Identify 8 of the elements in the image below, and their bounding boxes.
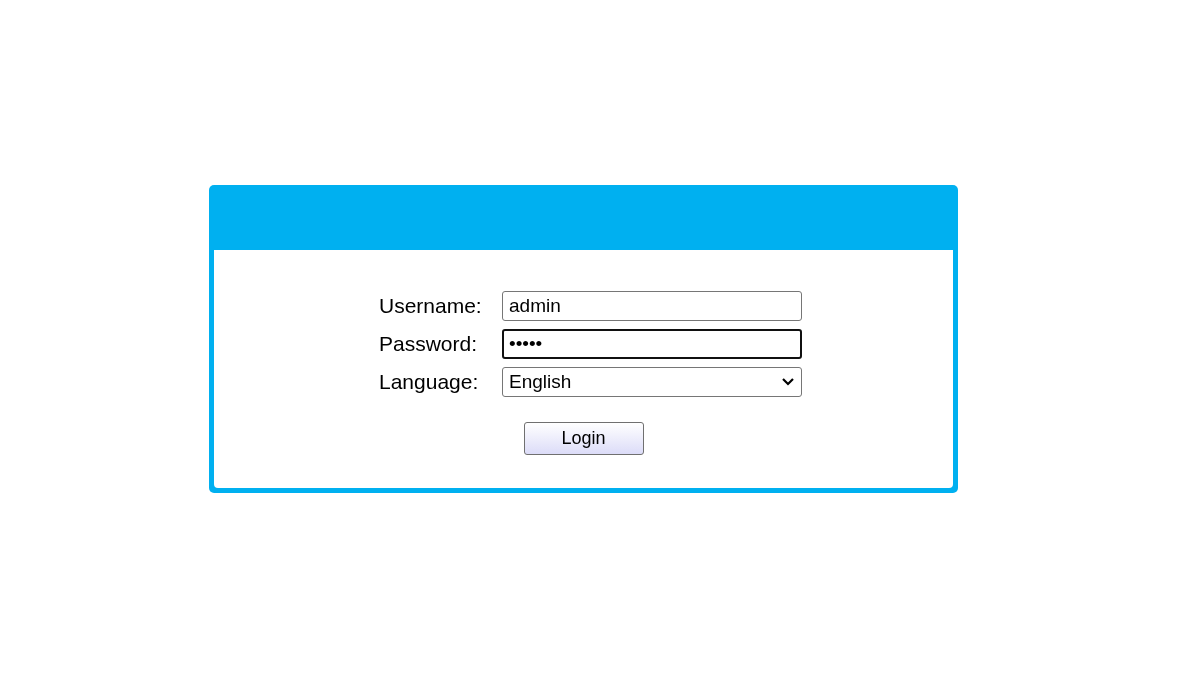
field-label: Language:	[379, 370, 480, 394]
field-label: Password:	[379, 332, 479, 356]
language-select[interactable]: English	[502, 367, 802, 397]
chevron-down-icon	[781, 377, 795, 387]
field-label: Username:	[379, 294, 483, 318]
login-button[interactable]: Login	[523, 422, 644, 455]
username-field[interactable]: admin	[502, 291, 802, 321]
password-field[interactable]: •••••	[502, 329, 802, 359]
